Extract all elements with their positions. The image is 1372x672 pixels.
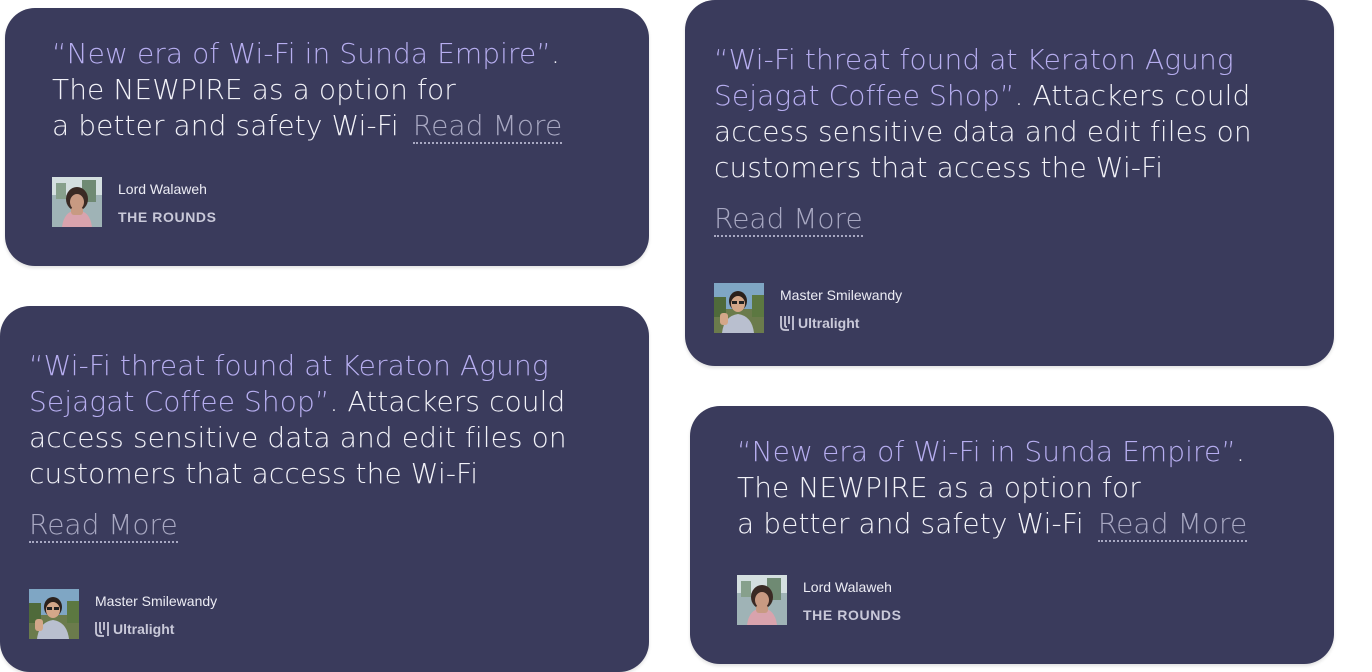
quote-highlight: “New era of Wi-Fi in Sunda Empire”: [52, 37, 551, 70]
quote-text: a better and safety Wi-Fi: [52, 109, 399, 142]
ultralight-logo-icon: [780, 316, 794, 331]
company-label: Ultralight: [113, 621, 175, 637]
author-meta: Master Smilewandy Ultralight: [780, 284, 902, 332]
quote-highlight: “Wi-Fi threat found at Keraton Agung: [714, 43, 1234, 76]
author-name: Lord Walaweh: [803, 579, 892, 595]
company-name: THE ROUNDS: [803, 607, 902, 623]
testimonial-card-1: “New era of Wi-Fi in Sunda Empire”. The N…: [5, 8, 649, 266]
quote-text: customers that access the Wi-Fi: [714, 151, 1164, 184]
author-block: Lord Walaweh THE ROUNDS: [52, 177, 217, 227]
company-name: Ultralight: [95, 620, 217, 638]
author-block: Master Smilewandy Ultralight: [714, 283, 902, 333]
quote-text: .: [1235, 435, 1245, 468]
quote-highlight: Sejagat Coffee Shop”: [29, 385, 330, 418]
testimonial-quote: “New era of Wi-Fi in Sunda Empire”. The N…: [737, 434, 1248, 542]
company-name: Ultralight: [780, 314, 902, 332]
author-block: Master Smilewandy Ultralight: [29, 589, 217, 639]
author-name: Master Smilewandy: [780, 287, 903, 303]
quote-text: customers that access the Wi-Fi: [29, 457, 479, 490]
author-meta: Lord Walaweh THE ROUNDS: [118, 178, 217, 226]
avatar: [737, 575, 787, 625]
author-name: Master Smilewandy: [95, 593, 218, 609]
testimonial-card-3: “Wi-Fi threat found at Keraton Agung Seja…: [0, 306, 649, 672]
company-label: Ultralight: [798, 315, 860, 331]
author-name: Lord Walaweh: [118, 181, 207, 197]
quote-text: .: [550, 37, 560, 70]
quote-text: The NEWPIRE as a option for: [737, 471, 1141, 504]
read-more-link[interactable]: Read More: [1097, 507, 1248, 542]
avatar: [29, 589, 79, 639]
quote-highlight: “New era of Wi-Fi in Sunda Empire”: [737, 435, 1236, 468]
read-more-link[interactable]: Read More: [412, 109, 563, 144]
testimonial-quote: “Wi-Fi threat found at Keraton Agung Seja…: [29, 348, 567, 492]
quote-text: . Attackers could: [1014, 79, 1251, 112]
read-more-link[interactable]: Read More: [29, 508, 178, 543]
quote-text: . Attackers could: [329, 385, 566, 418]
testimonial-quote: “New era of Wi-Fi in Sunda Empire”. The N…: [52, 36, 563, 144]
author-block: Lord Walaweh THE ROUNDS: [737, 575, 902, 625]
avatar: [52, 177, 102, 227]
ultralight-logo-icon: [95, 622, 109, 637]
author-meta: Master Smilewandy Ultralight: [95, 590, 217, 638]
read-more-row: Read More: [29, 507, 178, 543]
read-more-link[interactable]: Read More: [714, 202, 863, 237]
author-meta: Lord Walaweh THE ROUNDS: [803, 576, 902, 624]
avatar: [714, 283, 764, 333]
quote-text: access sensitive data and edit files on: [29, 421, 567, 454]
company-name: THE ROUNDS: [118, 209, 217, 225]
testimonial-quote: “Wi-Fi threat found at Keraton Agung Seja…: [714, 42, 1252, 186]
quote-text: access sensitive data and edit files on: [714, 115, 1252, 148]
quote-text: The NEWPIRE as a option for: [52, 73, 456, 106]
testimonial-card-2: “Wi-Fi threat found at Keraton Agung Seja…: [685, 0, 1334, 366]
read-more-row: Read More: [714, 201, 863, 237]
quote-highlight: “Wi-Fi threat found at Keraton Agung: [29, 349, 549, 382]
quote-text: a better and safety Wi-Fi: [737, 507, 1084, 540]
testimonial-card-4: “New era of Wi-Fi in Sunda Empire”. The N…: [690, 406, 1334, 664]
quote-highlight: Sejagat Coffee Shop”: [714, 79, 1015, 112]
